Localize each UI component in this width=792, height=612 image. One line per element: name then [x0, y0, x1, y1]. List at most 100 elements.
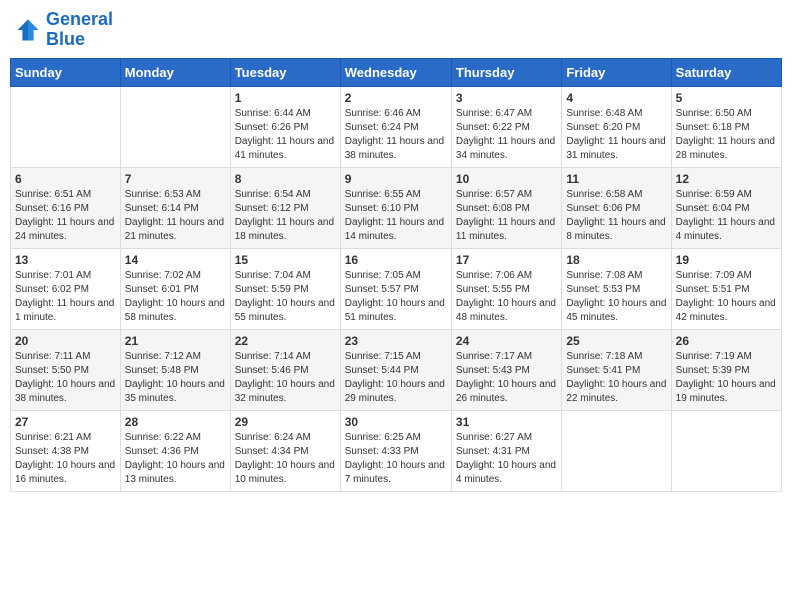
day-info: Sunrise: 7:17 AMSunset: 5:43 PMDaylight:… — [456, 350, 557, 406]
calendar-week-3: 13Sunrise: 7:01 AMSunset: 6:02 PMDayligh… — [11, 248, 782, 329]
calendar-cell: 22Sunrise: 7:14 AMSunset: 5:46 PMDayligh… — [230, 329, 340, 410]
calendar-header-row: SundayMondayTuesdayWednesdayThursdayFrid… — [11, 58, 782, 86]
calendar-cell: 15 Sunrise: 7:04 AMSunset: 5:59 PMDayligh… — [230, 248, 340, 329]
day-info: Sunrise: 6:57 AMSunset: 6:08 PMDaylight:… — [456, 188, 557, 244]
calendar-cell: 7 Sunrise: 6:53 AMSunset: 6:14 PMDaylight… — [120, 167, 230, 248]
day-info: Sunrise: 6:21 AMSunset: 4:38 PMDaylight:… — [15, 431, 116, 487]
col-header-wednesday: Wednesday — [340, 58, 451, 86]
col-header-saturday: Saturday — [671, 58, 781, 86]
day-number: 5 — [676, 91, 777, 105]
logo: General Blue — [14, 10, 113, 50]
calendar-cell: 18 Sunrise: 7:08 AMSunset: 5:53 PMDayligh… — [562, 248, 671, 329]
day-number: 24 — [456, 334, 557, 348]
calendar-cell: 1 Sunrise: 6:44 AMSunset: 6:26 PMDaylight… — [230, 86, 340, 167]
calendar-cell: 21 Sunrise: 7:12 AMSunset: 5:48 PMDayligh… — [120, 329, 230, 410]
day-number: 13 — [15, 253, 116, 267]
calendar-cell: 8 Sunrise: 6:54 AMSunset: 6:12 PMDaylight… — [230, 167, 340, 248]
day-number: 9 — [345, 172, 447, 186]
calendar-cell: 12 Sunrise: 6:59 AMSunset: 6:04 PMDayligh… — [671, 167, 781, 248]
day-info: Sunrise: 6:50 AMSunset: 6:18 PMDaylight:… — [676, 107, 777, 163]
day-number: 6 — [15, 172, 116, 186]
day-number: 28 — [125, 415, 226, 429]
calendar-cell: 11 Sunrise: 6:58 AMSunset: 6:06 PMDayligh… — [562, 167, 671, 248]
calendar-cell — [562, 410, 671, 491]
day-info: Sunrise: 7:09 AMSunset: 5:51 PMDaylight:… — [676, 269, 777, 325]
calendar-week-2: 6 Sunrise: 6:51 AMSunset: 6:16 PMDaylight… — [11, 167, 782, 248]
day-number: 14 — [125, 253, 226, 267]
calendar-cell: 5 Sunrise: 6:50 AMSunset: 6:18 PMDaylight… — [671, 86, 781, 167]
calendar-cell: 24 Sunrise: 7:17 AMSunset: 5:43 PMDayligh… — [451, 329, 561, 410]
day-number: 2 — [345, 91, 447, 105]
day-number: 22 — [235, 334, 336, 348]
day-number: 20 — [15, 334, 116, 348]
day-number: 30 — [345, 415, 447, 429]
day-info: Sunrise: 6:48 AMSunset: 6:20 PMDaylight:… — [566, 107, 666, 163]
day-number: 17 — [456, 253, 557, 267]
day-info: Sunrise: 7:06 AMSunset: 5:55 PMDaylight:… — [456, 269, 557, 325]
calendar-cell: 20 Sunrise: 7:11 AMSunset: 5:50 PMDayligh… — [11, 329, 121, 410]
calendar-week-1: 1 Sunrise: 6:44 AMSunset: 6:26 PMDaylight… — [11, 86, 782, 167]
day-number: 1 — [235, 91, 336, 105]
day-info: Sunrise: 6:24 AMSunset: 4:34 PMDaylight:… — [235, 431, 336, 487]
day-info: Sunrise: 6:54 AMSunset: 6:12 PMDaylight:… — [235, 188, 336, 244]
calendar-cell — [11, 86, 121, 167]
day-number: 31 — [456, 415, 557, 429]
day-number: 23 — [345, 334, 447, 348]
calendar-cell: 30 Sunrise: 6:25 AMSunset: 4:33 PMDayligh… — [340, 410, 451, 491]
day-number: 7 — [125, 172, 226, 186]
day-number: 3 — [456, 91, 557, 105]
day-info: Sunrise: 6:58 AMSunset: 6:06 PMDaylight:… — [566, 188, 666, 244]
calendar-cell: 14 Sunrise: 7:02 AMSunset: 6:01 PMDayligh… — [120, 248, 230, 329]
calendar-cell: 3 Sunrise: 6:47 AMSunset: 6:22 PMDaylight… — [451, 86, 561, 167]
calendar-cell: 6 Sunrise: 6:51 AMSunset: 6:16 PMDaylight… — [11, 167, 121, 248]
day-number: 21 — [125, 334, 226, 348]
day-number: 10 — [456, 172, 557, 186]
calendar-cell: 2 Sunrise: 6:46 AMSunset: 6:24 PMDaylight… — [340, 86, 451, 167]
day-number: 4 — [566, 91, 666, 105]
calendar-cell: 23 Sunrise: 7:15 AMSunset: 5:44 PMDayligh… — [340, 329, 451, 410]
day-info: Sunrise: 6:47 AMSunset: 6:22 PMDaylight:… — [456, 107, 557, 163]
day-info: Sunrise: 6:59 AMSunset: 6:04 PMDaylight:… — [676, 188, 777, 244]
col-header-monday: Monday — [120, 58, 230, 86]
day-number: 8 — [235, 172, 336, 186]
day-info: Sunrise: 7:02 AMSunset: 6:01 PMDaylight:… — [125, 269, 226, 325]
calendar-cell: 29 Sunrise: 6:24 AMSunset: 4:34 PMDayligh… — [230, 410, 340, 491]
calendar-cell: 26Sunrise: 7:19 AMSunset: 5:39 PMDayligh… — [671, 329, 781, 410]
day-number: 19 — [676, 253, 777, 267]
day-info: Sunrise: 7:08 AMSunset: 5:53 PMDaylight:… — [566, 269, 666, 325]
day-number: 29 — [235, 415, 336, 429]
day-info: Sunrise: 7:18 AMSunset: 5:41 PMDaylight:… — [566, 350, 666, 406]
day-info: Sunrise: 6:25 AMSunset: 4:33 PMDaylight:… — [345, 431, 447, 487]
day-info: Sunrise: 7:15 AMSunset: 5:44 PMDaylight:… — [345, 350, 447, 406]
day-number: 15 — [235, 253, 336, 267]
col-header-sunday: Sunday — [11, 58, 121, 86]
calendar-cell: 13Sunrise: 7:01 AMSunset: 6:02 PMDayligh… — [11, 248, 121, 329]
day-info: Sunrise: 7:04 AMSunset: 5:59 PMDaylight:… — [235, 269, 336, 325]
day-info: Sunrise: 6:51 AMSunset: 6:16 PMDaylight:… — [15, 188, 116, 244]
day-number: 25 — [566, 334, 666, 348]
day-info: Sunrise: 7:05 AMSunset: 5:57 PMDaylight:… — [345, 269, 447, 325]
day-info: Sunrise: 6:44 AMSunset: 6:26 PMDaylight:… — [235, 107, 336, 163]
calendar-cell: 10 Sunrise: 6:57 AMSunset: 6:08 PMDayligh… — [451, 167, 561, 248]
day-number: 26 — [676, 334, 777, 348]
calendar-cell — [120, 86, 230, 167]
calendar-cell: 9 Sunrise: 6:55 AMSunset: 6:10 PMDaylight… — [340, 167, 451, 248]
calendar-cell: 31Sunrise: 6:27 AMSunset: 4:31 PMDayligh… — [451, 410, 561, 491]
day-number: 11 — [566, 172, 666, 186]
calendar-cell: 17 Sunrise: 7:06 AMSunset: 5:55 PMDayligh… — [451, 248, 561, 329]
calendar-cell: 28Sunrise: 6:22 AMSunset: 4:36 PMDayligh… — [120, 410, 230, 491]
calendar-cell — [671, 410, 781, 491]
day-info: Sunrise: 6:53 AMSunset: 6:14 PMDaylight:… — [125, 188, 226, 244]
logo-text: General Blue — [46, 10, 113, 50]
day-info: Sunrise: 6:46 AMSunset: 6:24 PMDaylight:… — [345, 107, 447, 163]
col-header-tuesday: Tuesday — [230, 58, 340, 86]
calendar-cell: 16 Sunrise: 7:05 AMSunset: 5:57 PMDayligh… — [340, 248, 451, 329]
day-number: 18 — [566, 253, 666, 267]
day-info: Sunrise: 7:11 AMSunset: 5:50 PMDaylight:… — [15, 350, 116, 406]
day-number: 12 — [676, 172, 777, 186]
day-info: Sunrise: 7:12 AMSunset: 5:48 PMDaylight:… — [125, 350, 226, 406]
day-info: Sunrise: 6:55 AMSunset: 6:10 PMDaylight:… — [345, 188, 447, 244]
day-number: 16 — [345, 253, 447, 267]
col-header-friday: Friday — [562, 58, 671, 86]
calendar-cell: 4 Sunrise: 6:48 AMSunset: 6:20 PMDaylight… — [562, 86, 671, 167]
